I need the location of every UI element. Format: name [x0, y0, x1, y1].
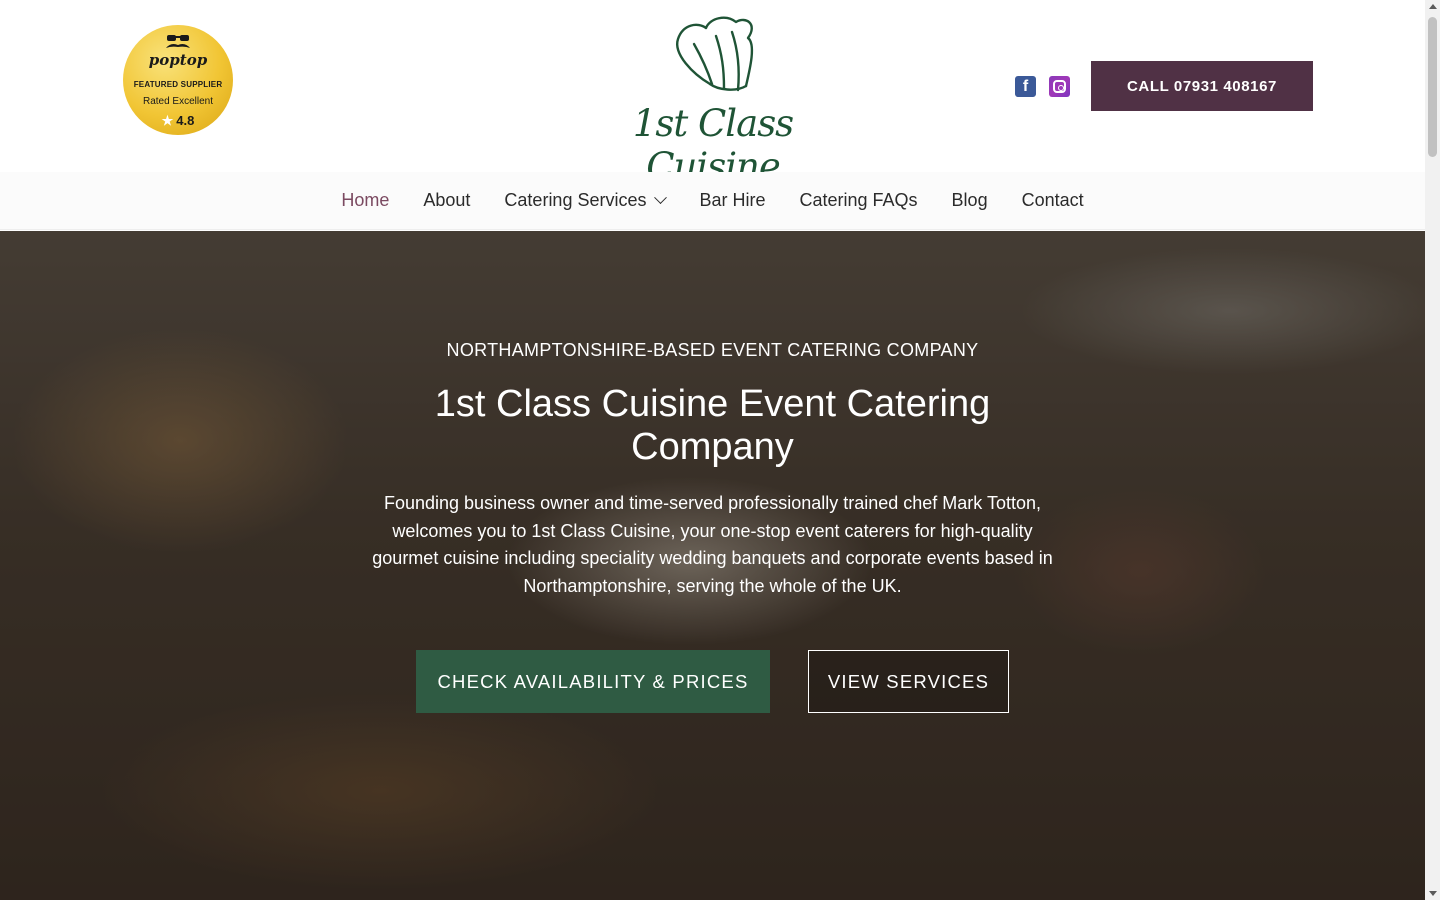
nav-item-home[interactable]: Home	[341, 190, 389, 211]
nav-item-bar-hire[interactable]: Bar Hire	[699, 190, 765, 211]
badge-brand: poptop	[148, 51, 208, 69]
nav-item-contact[interactable]: Contact	[1022, 190, 1084, 211]
page-scrollbar[interactable]	[1425, 0, 1440, 900]
hero-description: Founding business owner and time-served …	[372, 493, 1053, 596]
scroll-up-icon[interactable]	[1429, 4, 1437, 9]
nav-item-catering-faqs[interactable]: Catering FAQs	[800, 190, 918, 211]
view-services-button[interactable]: VIEW SERVICES	[808, 650, 1009, 713]
hero-section: NORTHAMPTONSHIRE-BASED EVENT CATERING CO…	[0, 231, 1425, 900]
badge-rating-text: Rated Excellent	[142, 96, 214, 107]
hero-eyebrow: NORTHAMPTONSHIRE-BASED EVENT CATERING CO…	[446, 340, 979, 360]
nav-item-blog[interactable]: Blog	[952, 190, 988, 211]
badge-score: ★ 4.8	[123, 113, 233, 129]
poptop-featured-supplier-badge[interactable]: poptop FEATURED SUPPLIER Rated Excellent…	[123, 25, 233, 135]
call-button[interactable]: CALL 07931 408167	[1091, 61, 1313, 111]
instagram-icon[interactable]	[1049, 76, 1070, 97]
hero-title: 1st Class Cuisine Event Catering Company	[434, 383, 991, 468]
site-header: poptop FEATURED SUPPLIER Rated Excellent…	[0, 0, 1425, 188]
check-availability-button[interactable]: CHECK AVAILABILITY & PRICES	[416, 650, 770, 713]
scroll-down-icon[interactable]	[1429, 891, 1437, 896]
star-icon: ★	[161, 113, 174, 128]
nav-item-about[interactable]: About	[423, 190, 470, 211]
nav-item-catering-services[interactable]: Catering Services	[504, 190, 668, 211]
chevron-down-icon	[654, 191, 668, 205]
site-logo[interactable]: 1st Class Cuisine	[598, 14, 828, 188]
badge-score-value: 4.8	[176, 113, 195, 128]
facebook-icon[interactable]: f	[1015, 76, 1036, 97]
main-navigation: Home About Catering Services Bar Hire Ca…	[0, 172, 1425, 230]
nav-item-catering-services-label: Catering Services	[504, 190, 647, 210]
badge-label: FEATURED SUPPLIER	[133, 80, 223, 89]
scrollbar-thumb[interactable]	[1428, 17, 1437, 157]
